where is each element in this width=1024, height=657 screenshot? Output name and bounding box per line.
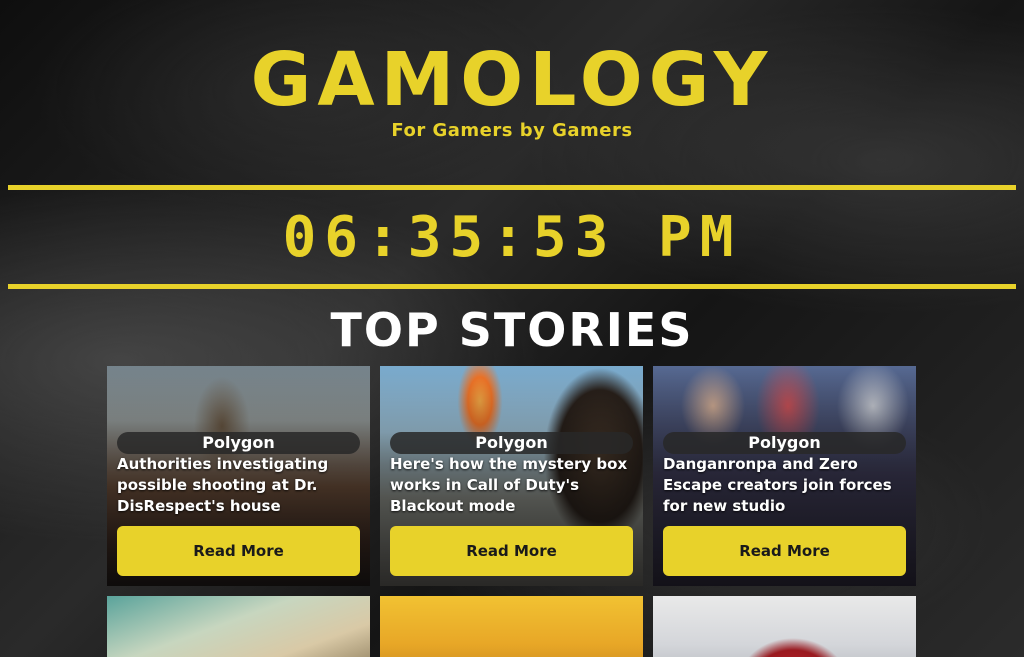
clock-display: 06:35:53 PM [282, 205, 742, 270]
story-card: Polygon Danganronpa and Zero Escape crea… [653, 366, 916, 586]
story-image [380, 596, 643, 657]
read-more-button[interactable]: Read More [117, 526, 360, 576]
read-more-button[interactable]: Read More [390, 526, 633, 576]
stories-grid: Polygon Authorities investigating possib… [107, 366, 917, 657]
story-headline: Authorities investigating possible shoot… [117, 455, 329, 515]
story-card [380, 596, 643, 657]
story-source: Polygon [117, 432, 360, 454]
story-card [653, 596, 916, 657]
site-header: GAMOLOGY For Gamers by Gamers [0, 0, 1024, 141]
site-logo[interactable]: GAMOLOGY [0, 40, 1024, 120]
story-image [653, 596, 916, 657]
story-source: Polygon [663, 432, 906, 454]
story-source: Polygon [390, 432, 633, 454]
site-tagline: For Gamers by Gamers [391, 120, 633, 141]
story-card: Polygon Here's how the mystery box works… [380, 366, 643, 586]
divider-bottom [8, 284, 1016, 289]
story-image [107, 596, 370, 657]
divider-top [8, 185, 1016, 190]
story-card: Polygon Authorities investigating possib… [107, 366, 370, 586]
read-more-button[interactable]: Read More [663, 526, 906, 576]
section-title: TOP STORIES [330, 303, 694, 357]
story-headline: Danganronpa and Zero Escape creators joi… [663, 455, 892, 515]
story-card [107, 596, 370, 657]
story-headline: Here's how the mystery box works in Call… [390, 455, 628, 515]
